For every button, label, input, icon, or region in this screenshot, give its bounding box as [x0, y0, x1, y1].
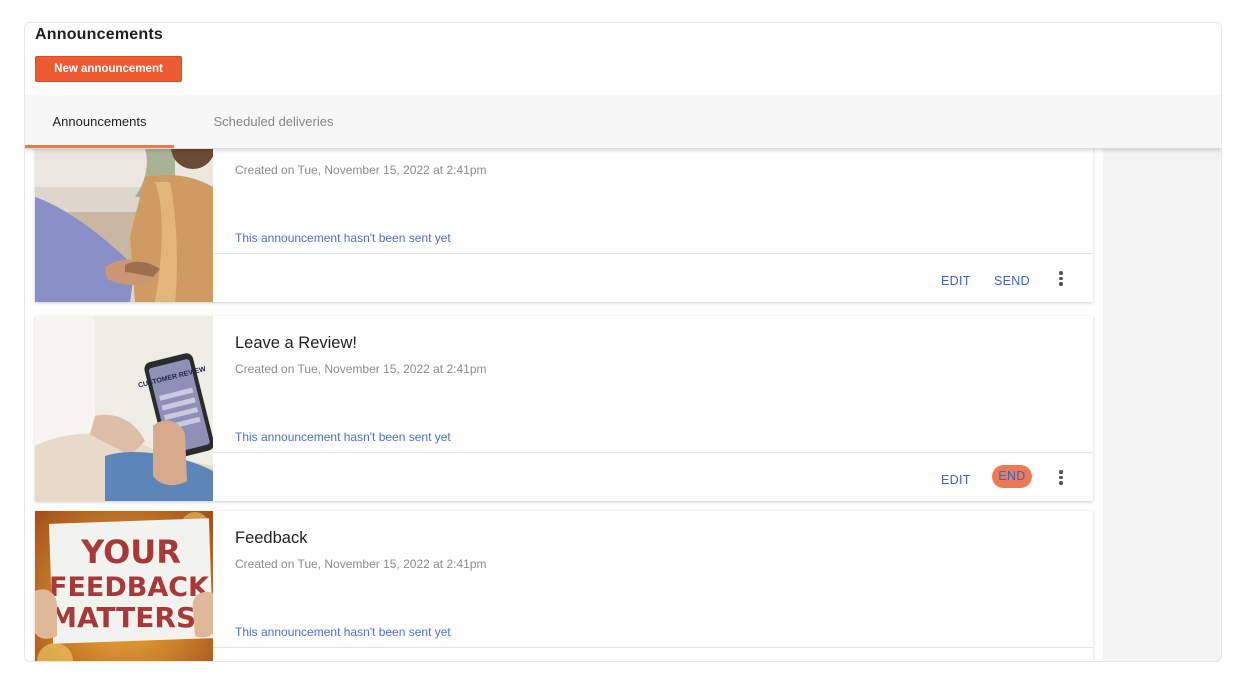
tab-label: Scheduled deliveries: [213, 114, 334, 129]
active-tab-indicator: [25, 145, 174, 148]
announcement-status: This announcement hasn't been sent yet: [235, 430, 451, 444]
tab-scheduled-deliveries[interactable]: Scheduled deliveries: [195, 95, 352, 148]
announcement-card: CUSTOMER REVIEW Leave a Review! Created …: [35, 316, 1093, 501]
card-divider: [213, 647, 1093, 648]
more-vertical-icon[interactable]: [1054, 468, 1068, 488]
announcement-status: This announcement hasn't been sent yet: [235, 231, 451, 245]
sign-line: FEEDBACK: [49, 572, 210, 603]
announcement-status: This announcement hasn't been sent yet: [235, 625, 451, 639]
card-divider: [213, 253, 1093, 254]
edit-button[interactable]: EDIT: [941, 473, 971, 487]
send-button[interactable]: SEND: [994, 274, 1030, 288]
page-title: Announcements: [35, 26, 163, 43]
announcement-created-date: Created on Tue, November 15, 2022 at 2:4…: [235, 362, 487, 376]
edit-button[interactable]: EDIT: [941, 274, 971, 288]
sign-line: MATTERS!: [49, 601, 209, 634]
tab-label: Announcements: [52, 114, 147, 129]
more-vertical-icon[interactable]: [1054, 269, 1068, 289]
page-header: Announcements New announcement: [25, 23, 1221, 95]
announcement-card: YOUR FEEDBACK MATTERS! Feedback Created …: [35, 511, 1093, 661]
your-feedback-matters-photo: YOUR FEEDBACK MATTERS!: [35, 511, 213, 661]
sign-line: YOUR: [80, 533, 181, 571]
side-panel: [1103, 149, 1221, 661]
announcements-panel: Refer a Friend Created on Tue, November …: [24, 22, 1222, 662]
tab-bar: Announcements Scheduled deliveries: [25, 95, 1221, 149]
announcement-title: Feedback: [235, 529, 308, 547]
tab-announcements[interactable]: Announcements: [25, 95, 174, 148]
card-divider: [213, 452, 1093, 453]
customer-review-phone-photo: CUSTOMER REVIEW: [35, 316, 213, 501]
new-announcement-button[interactable]: New announcement: [35, 56, 182, 82]
announcement-created-date: Created on Tue, November 15, 2022 at 2:4…: [235, 557, 487, 571]
send-button-highlighted[interactable]: END: [992, 465, 1032, 488]
announcement-created-date: Created on Tue, November 15, 2022 at 2:4…: [235, 163, 487, 177]
announcement-title: Leave a Review!: [235, 334, 357, 352]
